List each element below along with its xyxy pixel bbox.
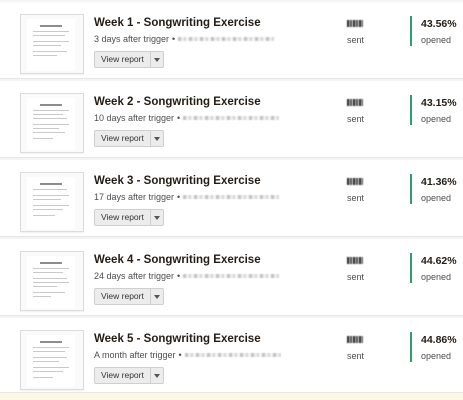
view-report-button[interactable]: View report [95,368,151,383]
email-thumbnail[interactable] [20,251,84,311]
email-subtitle: 24 days after trigger • [94,271,280,281]
chevron-down-icon[interactable] [151,368,163,383]
separator: • [177,192,181,202]
trigger-delay: 17 days after trigger [94,192,175,202]
email-subtitle: 17 days after trigger • [94,192,280,202]
email-title[interactable]: Week 4 - Songwriting Exercise [94,254,261,266]
open-rate-accent-bar [410,95,412,125]
email-title[interactable]: Week 5 - Songwriting Exercise [94,333,261,345]
chevron-down-icon[interactable] [151,131,163,146]
email-row: Week 5 - Songwriting Exercise A month af… [0,318,463,393]
redacted-sent-count [347,336,363,343]
thumbnail-page [27,256,75,308]
opened-label: opened [421,351,452,361]
email-title[interactable]: Week 3 - Songwriting Exercise [94,175,261,187]
chevron-down-icon[interactable] [151,210,163,225]
thumbnail-page [27,19,75,71]
open-rate-value: 44.62% [421,255,457,267]
view-report-button[interactable]: View report [95,131,151,146]
trigger-delay: 24 days after trigger [94,271,175,281]
email-title[interactable]: Week 2 - Songwriting Exercise [94,96,261,108]
sent-label: sent [347,272,365,282]
email-row: Week 4 - Songwriting Exercise 24 days af… [0,239,463,316]
redacted-sent-count [347,99,363,106]
opened-label: opened [421,272,452,282]
sent-label: sent [347,351,365,361]
separator: • [172,34,176,44]
open-rate-accent-bar [410,332,412,362]
open-rate-value: 44.86% [421,334,457,346]
email-thumbnail[interactable] [20,330,84,390]
sent-label: sent [347,114,365,124]
chevron-down-icon[interactable] [151,289,163,304]
open-rate-value: 43.56% [421,18,457,30]
view-report-button-group: View report [94,209,164,226]
email-list: Week 1 - Songwriting Exercise 3 days aft… [0,0,463,400]
footer-strip [0,393,463,400]
redacted-date [178,37,275,41]
email-thumbnail[interactable] [20,93,84,153]
separator: • [177,113,181,123]
opened-label: opened [421,114,452,124]
view-report-button-group: View report [94,288,164,305]
open-rate-accent-bar [410,253,412,283]
redacted-date [184,353,281,357]
email-subtitle: 3 days after trigger • [94,34,275,44]
redacted-date [183,116,280,120]
separator: • [178,350,182,360]
redacted-sent-count [347,178,363,185]
chevron-down-icon[interactable] [151,52,163,67]
opened-label: opened [421,193,452,203]
email-row: Week 2 - Songwriting Exercise 10 days af… [0,81,463,158]
trigger-delay: 3 days after trigger [94,34,170,44]
sent-label: sent [347,193,365,203]
open-rate-accent-bar [410,16,412,46]
view-report-button-group: View report [94,51,164,68]
thumbnail-page [27,335,75,387]
view-report-button[interactable]: View report [95,210,151,225]
email-subtitle: 10 days after trigger • [94,113,280,123]
redacted-sent-count [347,257,363,264]
email-row: Week 1 - Songwriting Exercise 3 days aft… [0,2,463,79]
email-subtitle: A month after trigger • [94,350,281,360]
view-report-button-group: View report [94,367,164,384]
open-rate-value: 41.36% [421,176,457,188]
redacted-date [183,195,280,199]
trigger-delay: A month after trigger [94,350,176,360]
view-report-button[interactable]: View report [95,52,151,67]
redacted-sent-count [347,20,363,27]
email-title[interactable]: Week 1 - Songwriting Exercise [94,17,261,29]
email-thumbnail[interactable] [20,14,84,74]
opened-label: opened [421,35,452,45]
thumbnail-page [27,98,75,150]
sent-label: sent [347,35,365,45]
open-rate-accent-bar [410,174,412,204]
view-report-button-group: View report [94,130,164,147]
thumbnail-page [27,177,75,229]
open-rate-value: 43.15% [421,97,457,109]
trigger-delay: 10 days after trigger [94,113,175,123]
separator: • [177,271,181,281]
email-row: Week 3 - Songwriting Exercise 17 days af… [0,160,463,237]
email-thumbnail[interactable] [20,172,84,232]
view-report-button[interactable]: View report [95,289,151,304]
redacted-date [183,274,280,278]
